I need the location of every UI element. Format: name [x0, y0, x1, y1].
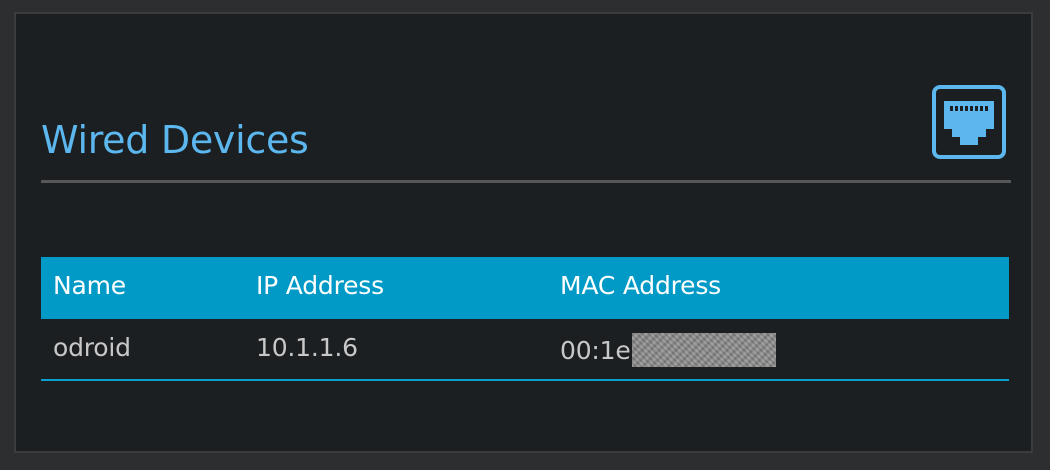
title-divider [41, 180, 1011, 183]
mac-visible-text: 00:1e [560, 335, 631, 365]
mac-redaction-block [631, 333, 776, 367]
ethernet-port-glyph [944, 101, 994, 145]
device-ip-cell: 10.1.1.6 [256, 333, 358, 362]
table-row[interactable]: odroid 10.1.1.6 00:1e [41, 319, 1009, 381]
column-header-name[interactable]: Name [53, 271, 126, 300]
ethernet-port-icon [932, 85, 1006, 159]
column-header-mac-address[interactable]: MAC Address [560, 271, 721, 300]
column-header-ip-address[interactable]: IP Address [256, 271, 384, 300]
device-mac-cell: 00:1e [560, 333, 776, 367]
section-title: Wired Devices [41, 118, 309, 162]
wired-devices-table: Name IP Address MAC Address odroid 10.1.… [41, 257, 1009, 381]
wired-devices-panel: Wired Devices Name IP Address MAC Addres… [14, 12, 1033, 453]
device-name-cell: odroid [53, 333, 131, 362]
table-header: Name IP Address MAC Address [41, 257, 1009, 319]
